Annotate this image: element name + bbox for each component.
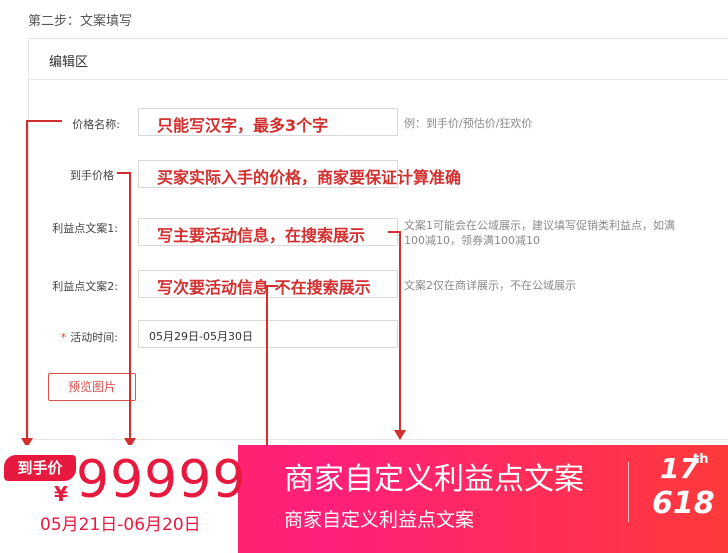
activity-time-value: 05月29日-05月30日: [149, 330, 253, 343]
activity-time-input[interactable]: 05月29日-05月30日: [138, 320, 398, 348]
price-name-label: 价格名称:: [72, 118, 120, 131]
annotation-line-price-name-h: [26, 120, 62, 122]
benefit1-hint-line1: 文案1可能会在公域展示，建议填写促销类利益点，如满: [404, 219, 675, 232]
panel-title: 编辑区: [49, 55, 89, 70]
price-name-hint: 例：到手价/预估价/狂欢价: [404, 117, 533, 130]
hand-price-annotation: 买家实际入手的价格，商家要保证计算准确: [157, 168, 462, 187]
price-name-annotation: 只能写汉字，最多3个字: [157, 116, 329, 135]
benefit1-annotation: 写主要活动信息，在搜索展示: [157, 226, 366, 245]
benefit1-label: 利益点文案1:: [52, 222, 118, 235]
required-mark: *: [60, 331, 67, 344]
banner-price-tag: 到手价: [4, 455, 76, 481]
banner-currency: ¥: [54, 482, 68, 506]
annotation-arrow-benefit1: [394, 430, 406, 440]
logo-th-suffix: th: [693, 452, 709, 467]
benefit1-hint-line2: 100减10，领券满100减10: [404, 234, 540, 247]
hand-price-label: 到手价格: [70, 169, 114, 182]
benefit2-annotation: 写次要活动信息 不在搜索展示: [157, 278, 371, 297]
annotation-line-hand-price-v: [129, 173, 131, 441]
banner-subtitle: 商家自定义利益点文案: [284, 509, 475, 531]
logo-618: 618: [652, 486, 715, 521]
benefit2-hint: 文案2仅在商详展示，不在公域展示: [404, 279, 576, 292]
banner-price: 99999: [76, 450, 247, 510]
annotation-line-benefit1-h: [388, 231, 401, 233]
annotation-line-price-name-v: [26, 121, 28, 441]
panel-header: 编辑区: [29, 39, 728, 80]
benefit2-label: 利益点文案2:: [52, 280, 118, 293]
banner-divider: [628, 462, 629, 522]
activity-time-label-wrap: * 活动时间:: [28, 329, 118, 345]
annotation-line-benefit2-h: [266, 285, 278, 287]
step-title: 第二步：文案填写: [28, 14, 133, 29]
preview-image-button[interactable]: 预览图片: [48, 373, 136, 401]
banner-date-range: 05月21日-06月20日: [40, 515, 201, 535]
banner-title: 商家自定义利益点文案: [284, 462, 584, 497]
annotation-line-benefit1-v: [399, 232, 401, 431]
annotation-line-hand-price-h: [117, 172, 131, 174]
activity-time-label: 活动时间:: [70, 331, 118, 344]
